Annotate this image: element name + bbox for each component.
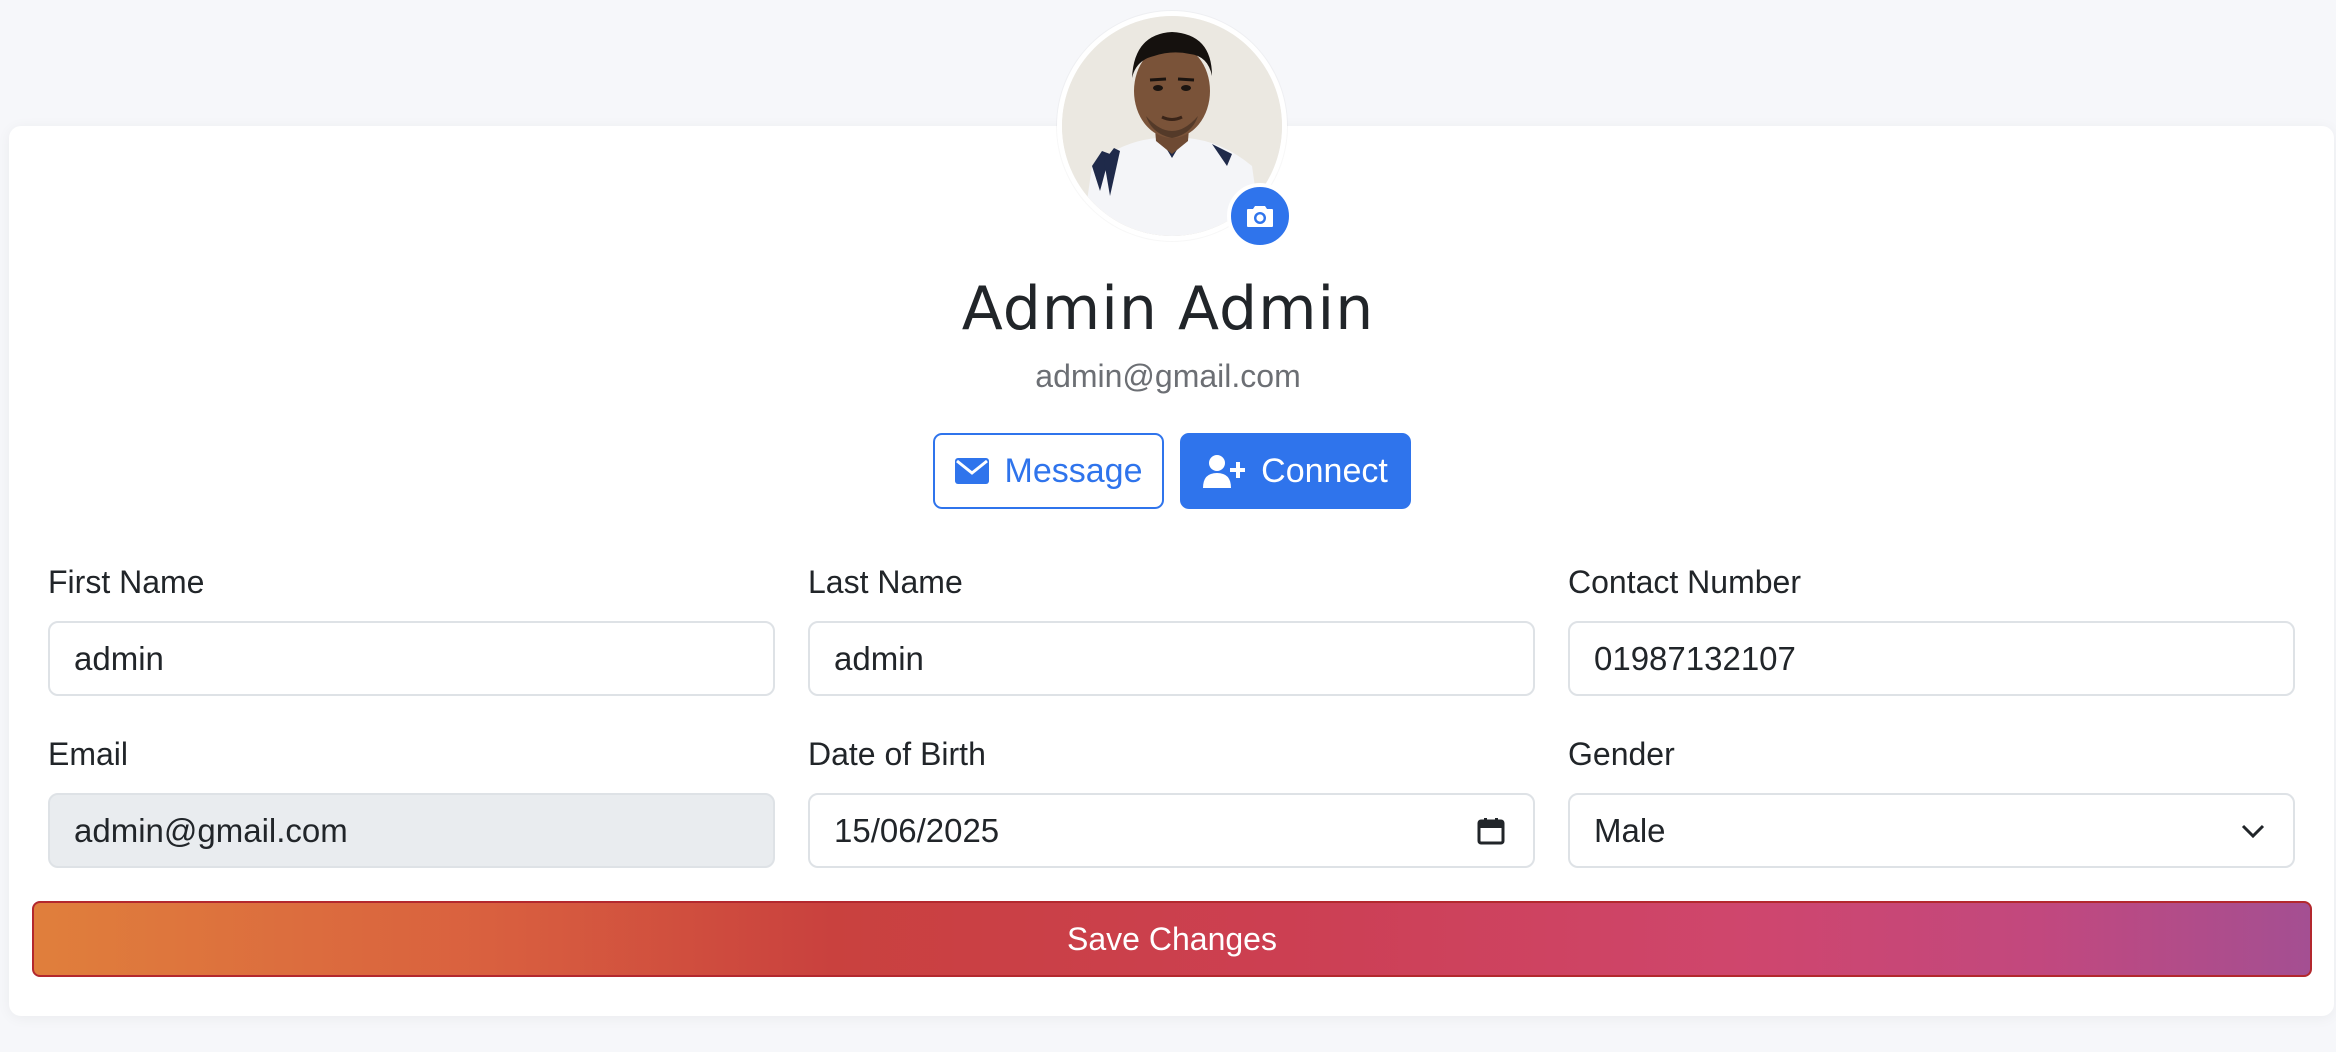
gender-value: Male [1594, 811, 1666, 849]
gender-select[interactable]: Male [1568, 793, 2295, 868]
dob-label: Date of Birth [808, 736, 986, 772]
calendar-icon [1477, 817, 1505, 844]
email-field[interactable]: admin@gmail.com [48, 793, 775, 868]
connect-button[interactable]: Connect [1180, 433, 1411, 509]
profile-email: admin@gmail.com [1035, 358, 1301, 394]
profile-name: Admin Admin [961, 274, 1375, 344]
dob-value: 15/06/2025 [834, 811, 1000, 849]
message-label: Message [1004, 451, 1143, 490]
save-changes-label: Save Changes [1067, 920, 1277, 957]
contact-number-input[interactable]: 01987132107 [1568, 621, 2295, 696]
calendar-picker-button[interactable] [1477, 817, 1505, 845]
user-plus-icon [1203, 455, 1246, 488]
email-label: Email [48, 736, 129, 772]
envelope-icon [954, 458, 989, 484]
save-changes-button[interactable]: Save Changes [32, 901, 2312, 977]
profile-page: Admin Admin admin@gmail.com Message Conn… [0, 0, 2336, 1052]
first-name-value: admin [74, 639, 164, 677]
last-name-label: Last Name [808, 564, 963, 600]
message-button[interactable]: Message [933, 433, 1164, 509]
contact-number-label: Contact Number [1568, 564, 1801, 600]
last-name-input[interactable]: admin [808, 621, 1535, 696]
last-name-value: admin [834, 639, 924, 677]
chevron-down-icon [2241, 824, 2265, 838]
email-value: admin@gmail.com [74, 811, 348, 849]
change-photo-button[interactable] [1227, 183, 1293, 249]
connect-label: Connect [1261, 451, 1388, 490]
profile-card [9, 126, 2334, 1016]
camera-icon [1247, 206, 1273, 227]
contact-number-value: 01987132107 [1594, 639, 1796, 677]
first-name-label: First Name [48, 564, 205, 600]
gender-label: Gender [1568, 736, 1675, 772]
dob-input[interactable]: 15/06/2025 [808, 793, 1535, 868]
first-name-input[interactable]: admin [48, 621, 775, 696]
